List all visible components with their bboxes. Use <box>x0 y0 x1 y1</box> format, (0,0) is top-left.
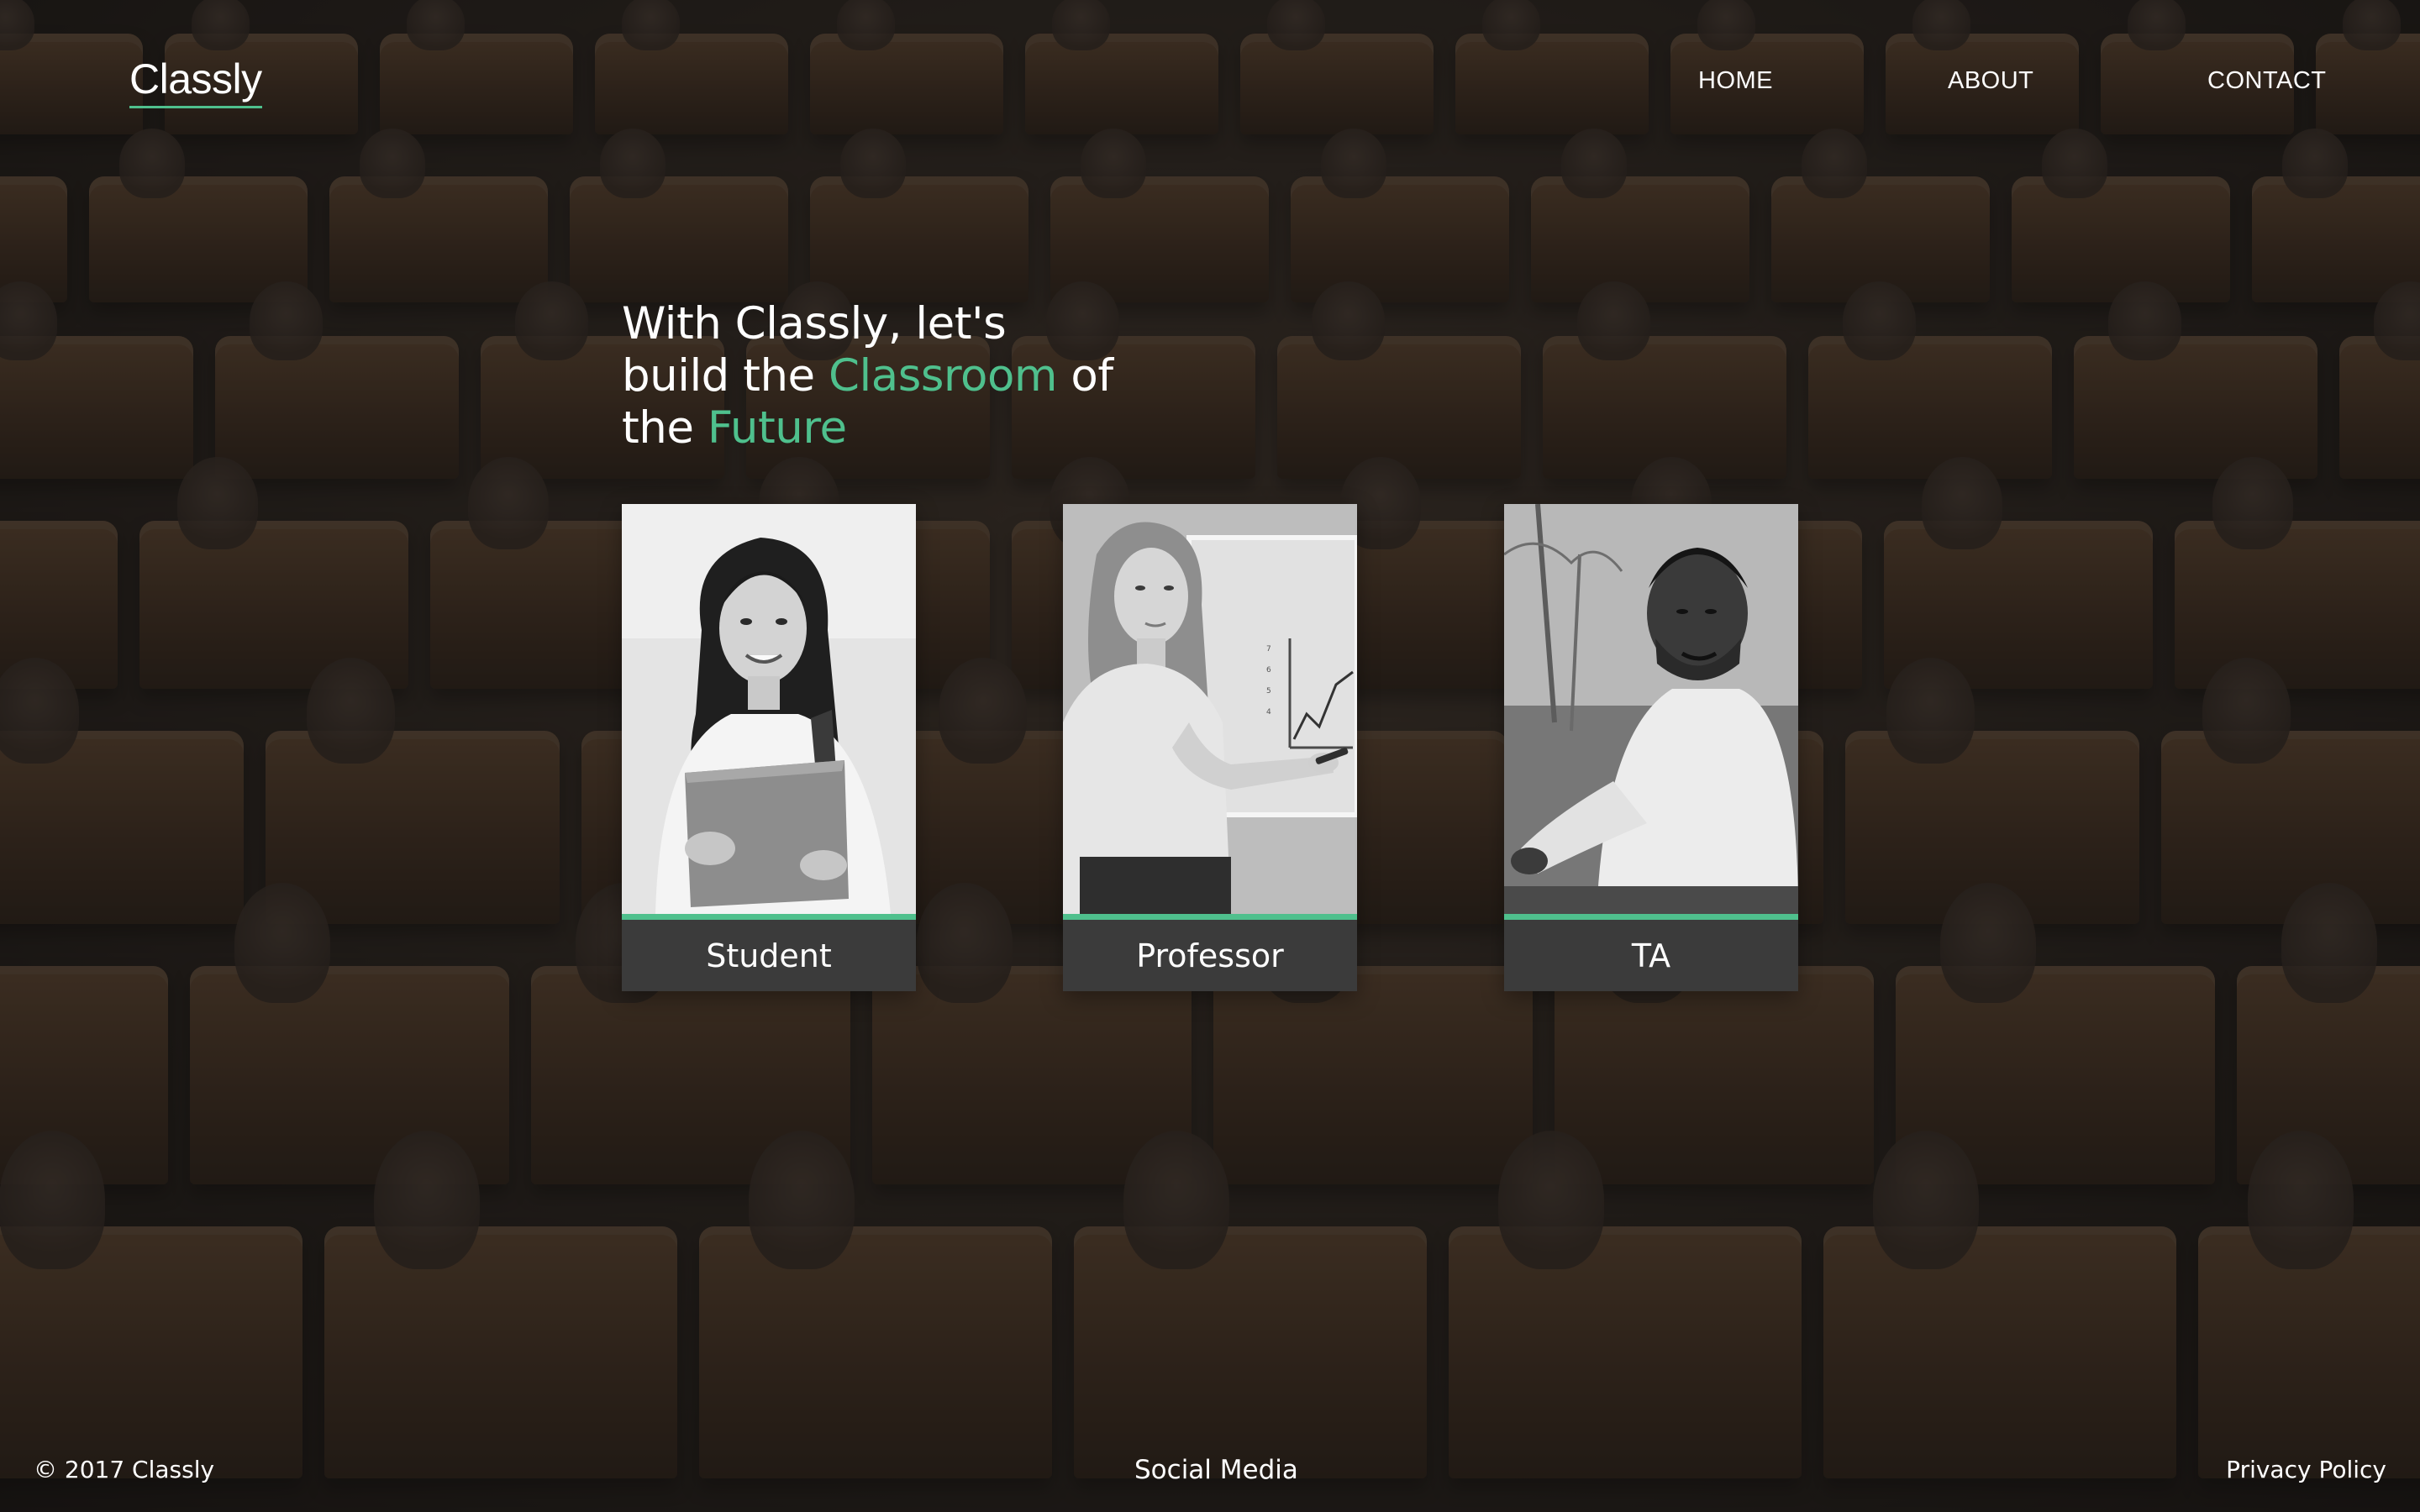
nav-home-link[interactable]: HOME <box>1698 64 1773 97</box>
site-header: Classly HOME ABOUT CONTACT <box>0 0 2420 160</box>
student-photo-illustration <box>622 504 916 914</box>
student-card-label: Student <box>622 920 916 991</box>
hero-headline: With Classly, let's build the Classroom … <box>622 298 1160 454</box>
headline-accent-classroom: Classroom <box>829 350 1058 402</box>
professor-card[interactable]: 7 6 5 4 Professor <box>1063 504 1357 991</box>
logo-link[interactable]: Classly <box>129 52 262 108</box>
role-cards: Student 7 6 5 4 Professor TA <box>622 504 1798 991</box>
copyright-text: © 2017 Classly <box>34 1456 215 1483</box>
professor-photo: 7 6 5 4 <box>1063 504 1357 920</box>
headline-accent-future: Future <box>707 402 847 454</box>
svg-text:5: 5 <box>1266 687 1271 696</box>
ta-photo <box>1504 504 1798 920</box>
ta-card-label: TA <box>1504 920 1798 991</box>
headline-line-1: With Classly, let's <box>622 298 1007 349</box>
ta-photo-illustration <box>1504 504 1798 914</box>
student-card[interactable]: Student <box>622 504 916 991</box>
professor-photo-illustration: 7 6 5 4 <box>1063 504 1357 914</box>
nav-contact-link[interactable]: CONTACT <box>2207 64 2327 97</box>
privacy-policy-link[interactable]: Privacy Policy <box>2226 1456 2386 1483</box>
social-media-link[interactable]: Social Media <box>1134 1455 1298 1485</box>
headline-line-2-pre: build the <box>622 350 829 402</box>
svg-text:4: 4 <box>1266 708 1271 717</box>
landing-page: Classly HOME ABOUT CONTACT With Classly,… <box>0 0 2420 1512</box>
student-photo <box>622 504 916 920</box>
nav-about-link[interactable]: ABOUT <box>1948 64 2033 97</box>
ta-card[interactable]: TA <box>1504 504 1798 991</box>
headline-line-2-post: of <box>1057 350 1113 402</box>
headline-line-3-pre: the <box>622 402 708 454</box>
svg-text:7: 7 <box>1266 645 1271 654</box>
svg-text:6: 6 <box>1266 666 1271 675</box>
professor-card-label: Professor <box>1063 920 1357 991</box>
